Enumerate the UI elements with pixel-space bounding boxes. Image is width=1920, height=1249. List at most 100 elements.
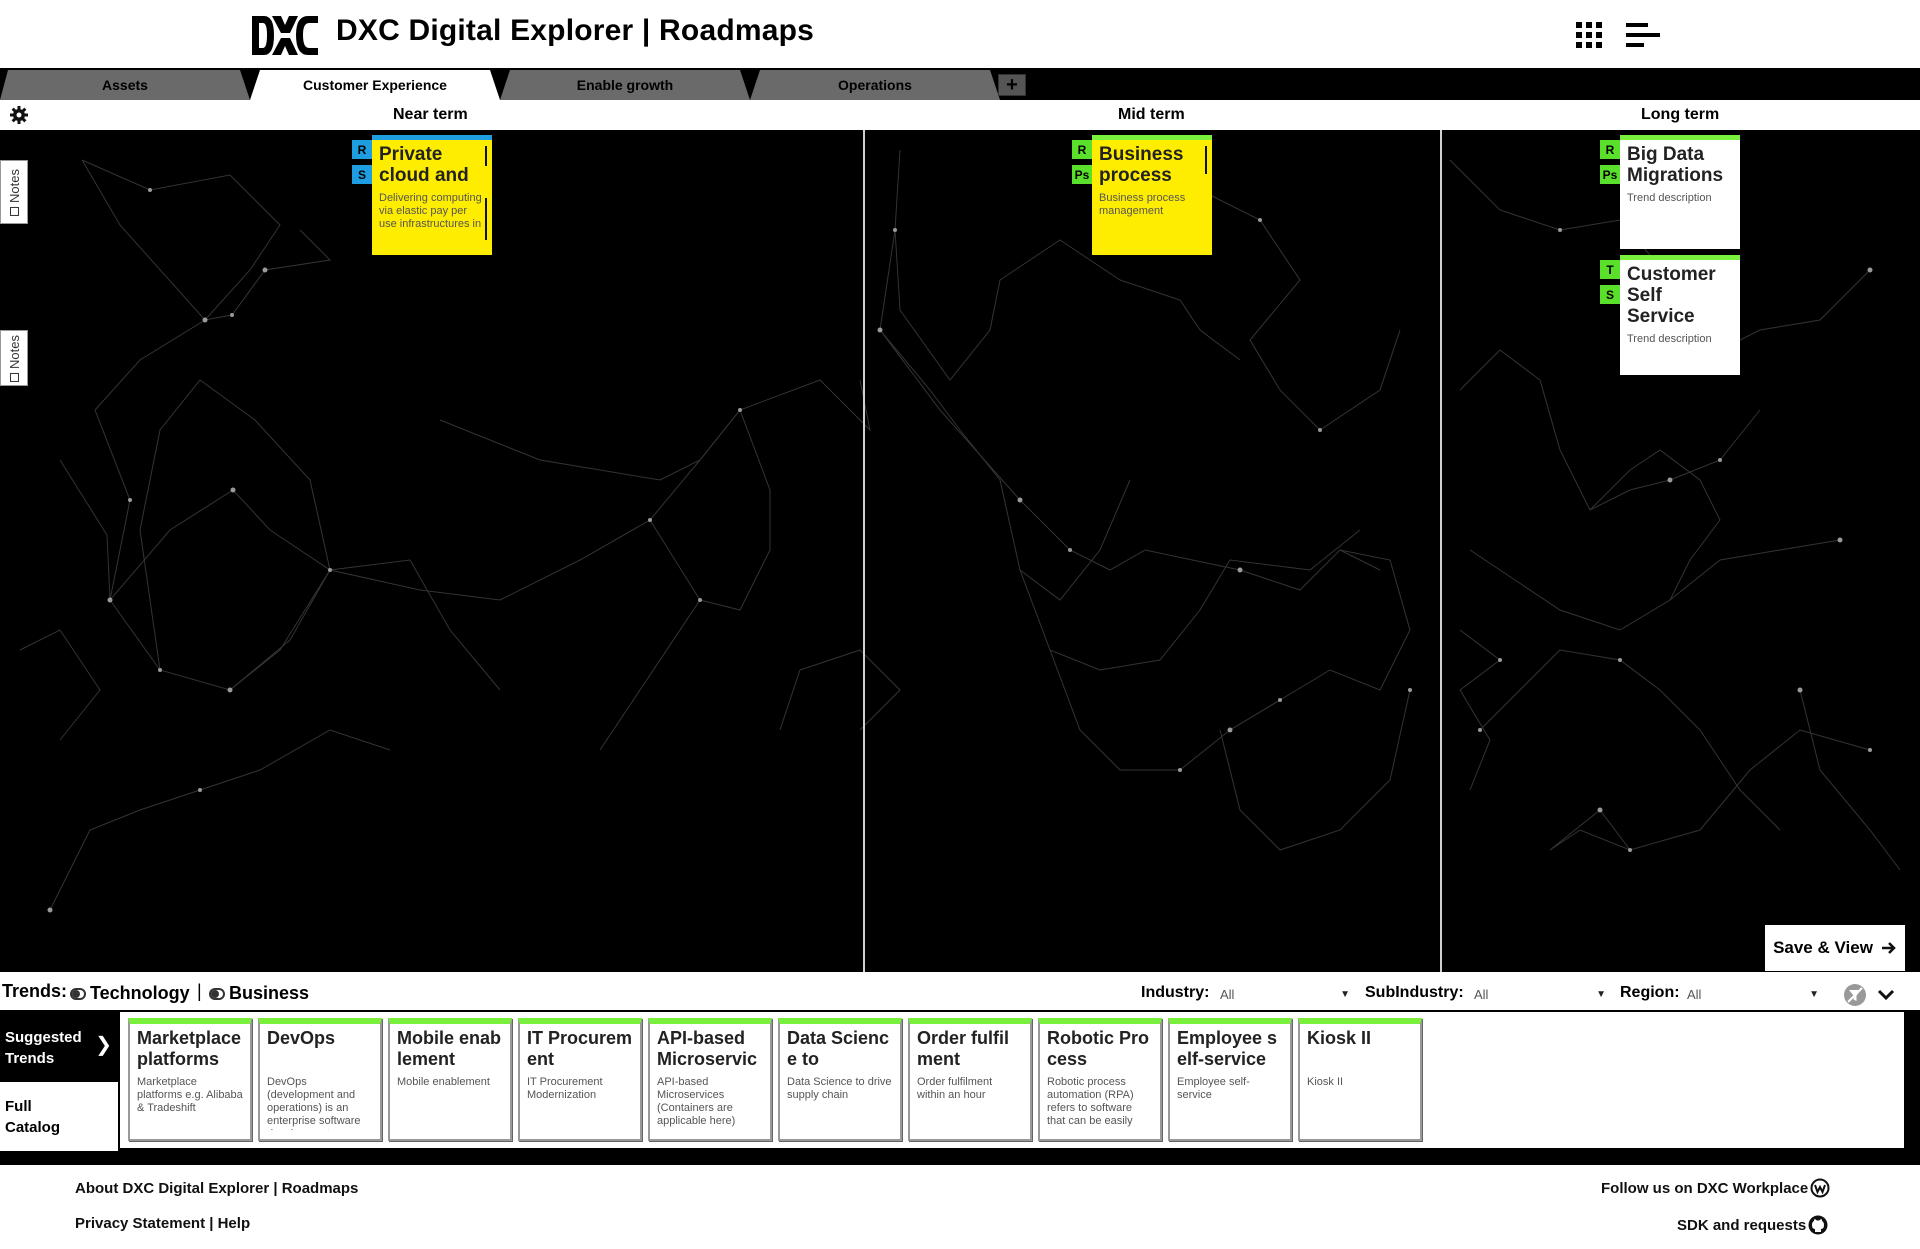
technology-label: Technology — [90, 983, 190, 1003]
subindustry-select[interactable]: All ▼ — [1474, 984, 1606, 1004]
catalog-card[interactable]: Robotic Process Robotic process automati… — [1038, 1018, 1162, 1141]
caret-down-icon: ▼ — [1809, 988, 1819, 1000]
card-title: API-based Microservices — [657, 1028, 758, 1074]
tab-label: Enable growth — [576, 77, 674, 93]
footer — [0, 1165, 1920, 1249]
hamburger-menu-icon[interactable] — [1626, 22, 1662, 48]
sdk-requests-link[interactable]: SDK and requests — [1677, 1217, 1806, 1234]
card-description: Marketplace platforms e.g. Alibaba & Tra… — [137, 1076, 243, 1114]
catalog-card[interactable]: Employee self-service Employee self-serv… — [1168, 1018, 1292, 1141]
suggested-trends-label: Suggested Trends — [5, 1029, 82, 1067]
save-view-label: Save & View — [1773, 938, 1873, 957]
column-title-long-term: Long term — [1641, 106, 1720, 123]
app-header: DXC Digital Explorer | Roadmaps — [0, 0, 1920, 68]
about-link[interactable]: About DXC Digital Explorer | Roadmaps — [75, 1180, 358, 1197]
column-title-mid-term: Mid term — [1118, 106, 1185, 123]
add-tab-button[interactable]: + — [998, 74, 1026, 96]
card-description: Trend description — [1627, 333, 1712, 345]
tab-label: Operations — [838, 77, 912, 93]
card-title: Order fulfilment — [917, 1028, 1010, 1069]
industry-label: Industry: — [1141, 984, 1210, 1001]
card-title: Data Science to — [787, 1028, 890, 1069]
card-title: Mobile enablement — [397, 1028, 502, 1069]
notes-tab-near-term[interactable]: Notes — [0, 160, 28, 224]
privacy-help-link[interactable]: Privacy Statement | Help — [75, 1215, 250, 1232]
tab-label: Customer Experience — [303, 77, 447, 93]
card-title: Private cloud and — [379, 144, 469, 186]
badge-s: S — [1600, 285, 1620, 304]
region-select[interactable]: All ▼ — [1687, 984, 1819, 1004]
github-icon[interactable] — [1808, 1215, 1828, 1235]
catalog-card[interactable]: Data Science to Data Science to drive su… — [778, 1018, 902, 1141]
card-scrollbar[interactable] — [485, 198, 487, 240]
card-title: Marketplace platforms — [137, 1028, 242, 1069]
catalog-card[interactable]: Order fulfilment Order fulfilment within… — [908, 1018, 1032, 1141]
catalog-card[interactable]: Mobile enablement Mobile enablement — [388, 1018, 512, 1141]
catalog-card[interactable]: DevOps DevOps (development and operation… — [258, 1018, 382, 1141]
checkbox-icon — [9, 372, 19, 382]
reset-filter-icon[interactable] — [1843, 983, 1867, 1007]
badge-r: R — [1072, 140, 1092, 159]
badge-t: T — [1600, 260, 1620, 279]
card-description: Trend description — [1627, 192, 1712, 204]
badge-ps: Ps — [1072, 165, 1092, 184]
business-toggle[interactable]: Business — [209, 983, 309, 1004]
catalog-card[interactable]: Kiosk II Kiosk II — [1298, 1018, 1422, 1141]
roadmap-canvas[interactable]: Notes Notes R S Private cloud and Delive… — [0, 130, 1920, 972]
dxc-logo[interactable] — [250, 13, 320, 58]
badge-ps: Ps — [1600, 165, 1620, 184]
notes-label: Notes — [6, 334, 22, 369]
tab-assets[interactable]: Assets — [0, 70, 250, 100]
region-label: Region: — [1620, 984, 1680, 1001]
arrow-right-icon — [1881, 942, 1896, 954]
catalog-card[interactable]: IT Procurement IT Procurement Modernizat… — [518, 1018, 642, 1141]
trend-card-private-cloud[interactable]: Private cloud and Delivering computing v… — [372, 135, 492, 255]
checkbox-icon — [9, 206, 19, 216]
apps-grid-icon[interactable] — [1574, 20, 1604, 50]
technology-toggle[interactable]: Technology — [70, 983, 190, 1004]
card-title: Employee self-service — [1177, 1028, 1278, 1069]
full-catalog-label: Full Catalog — [5, 1098, 61, 1136]
business-label: Business — [229, 983, 310, 1003]
catalog-card[interactable]: API-based Microservices API-based Micros… — [648, 1018, 772, 1141]
region-value: All — [1687, 986, 1702, 1002]
notes-tab-mid[interactable]: Notes — [0, 330, 28, 386]
card-description: Robotic process automation (RPA) refers … — [1047, 1076, 1134, 1127]
caret-down-icon: ▼ — [1596, 988, 1606, 1000]
gear-icon[interactable] — [9, 105, 29, 125]
separator: | — [197, 981, 202, 1001]
chevron-right-icon: ❯ — [95, 1034, 112, 1056]
column-title-near-term: Near term — [393, 106, 468, 123]
chevron-down-icon[interactable] — [1876, 985, 1896, 1005]
tab-operations[interactable]: Operations — [750, 70, 1000, 100]
tab-customer-experience[interactable]: Customer Experience — [250, 70, 500, 100]
card-description: Data Science to drive supply chain — [787, 1076, 892, 1101]
suggested-trends-tab[interactable]: Suggested Trends ❯ — [0, 1013, 118, 1082]
card-title: IT Procurement — [527, 1028, 633, 1069]
card-description: Order fulfilment within an hour — [917, 1076, 993, 1101]
workplace-icon[interactable] — [1810, 1178, 1830, 1198]
save-and-view-button[interactable]: Save & View — [1765, 925, 1905, 971]
card-scrollbar[interactable] — [1205, 146, 1207, 174]
card-title: Big Data Migrations — [1627, 144, 1724, 186]
trend-card-big-data-migrations[interactable]: Big Data Migrations Trend description — [1620, 135, 1740, 249]
tab-enable-growth[interactable]: Enable growth — [500, 70, 750, 100]
card-description: Kiosk II — [1307, 1076, 1344, 1088]
badge-r: R — [1600, 140, 1620, 159]
column-divider — [1440, 130, 1442, 972]
catalog-card[interactable]: Marketplace platforms Marketplace platfo… — [128, 1018, 252, 1141]
card-scrollbar[interactable] — [485, 146, 487, 166]
toggle-icon — [209, 987, 225, 1000]
industry-value: All — [1220, 986, 1235, 1002]
trend-card-business-process[interactable]: Business process Business process manage… — [1092, 135, 1212, 255]
industry-select[interactable]: All ▼ — [1220, 984, 1350, 1004]
badge-r: R — [352, 140, 372, 159]
card-description: IT Procurement Modernization — [527, 1076, 603, 1101]
follow-workplace-link[interactable]: Follow us on DXC Workplace — [1601, 1180, 1808, 1197]
card-description: DevOps (development and operations) is a… — [267, 1076, 361, 1130]
card-title: DevOps — [267, 1028, 336, 1048]
full-catalog-tab[interactable]: Full Catalog — [0, 1082, 118, 1151]
notes-label: Notes — [6, 168, 22, 203]
tab-label: Assets — [102, 77, 148, 93]
trend-card-customer-self-service[interactable]: Customer Self Service Trend description — [1620, 255, 1740, 375]
